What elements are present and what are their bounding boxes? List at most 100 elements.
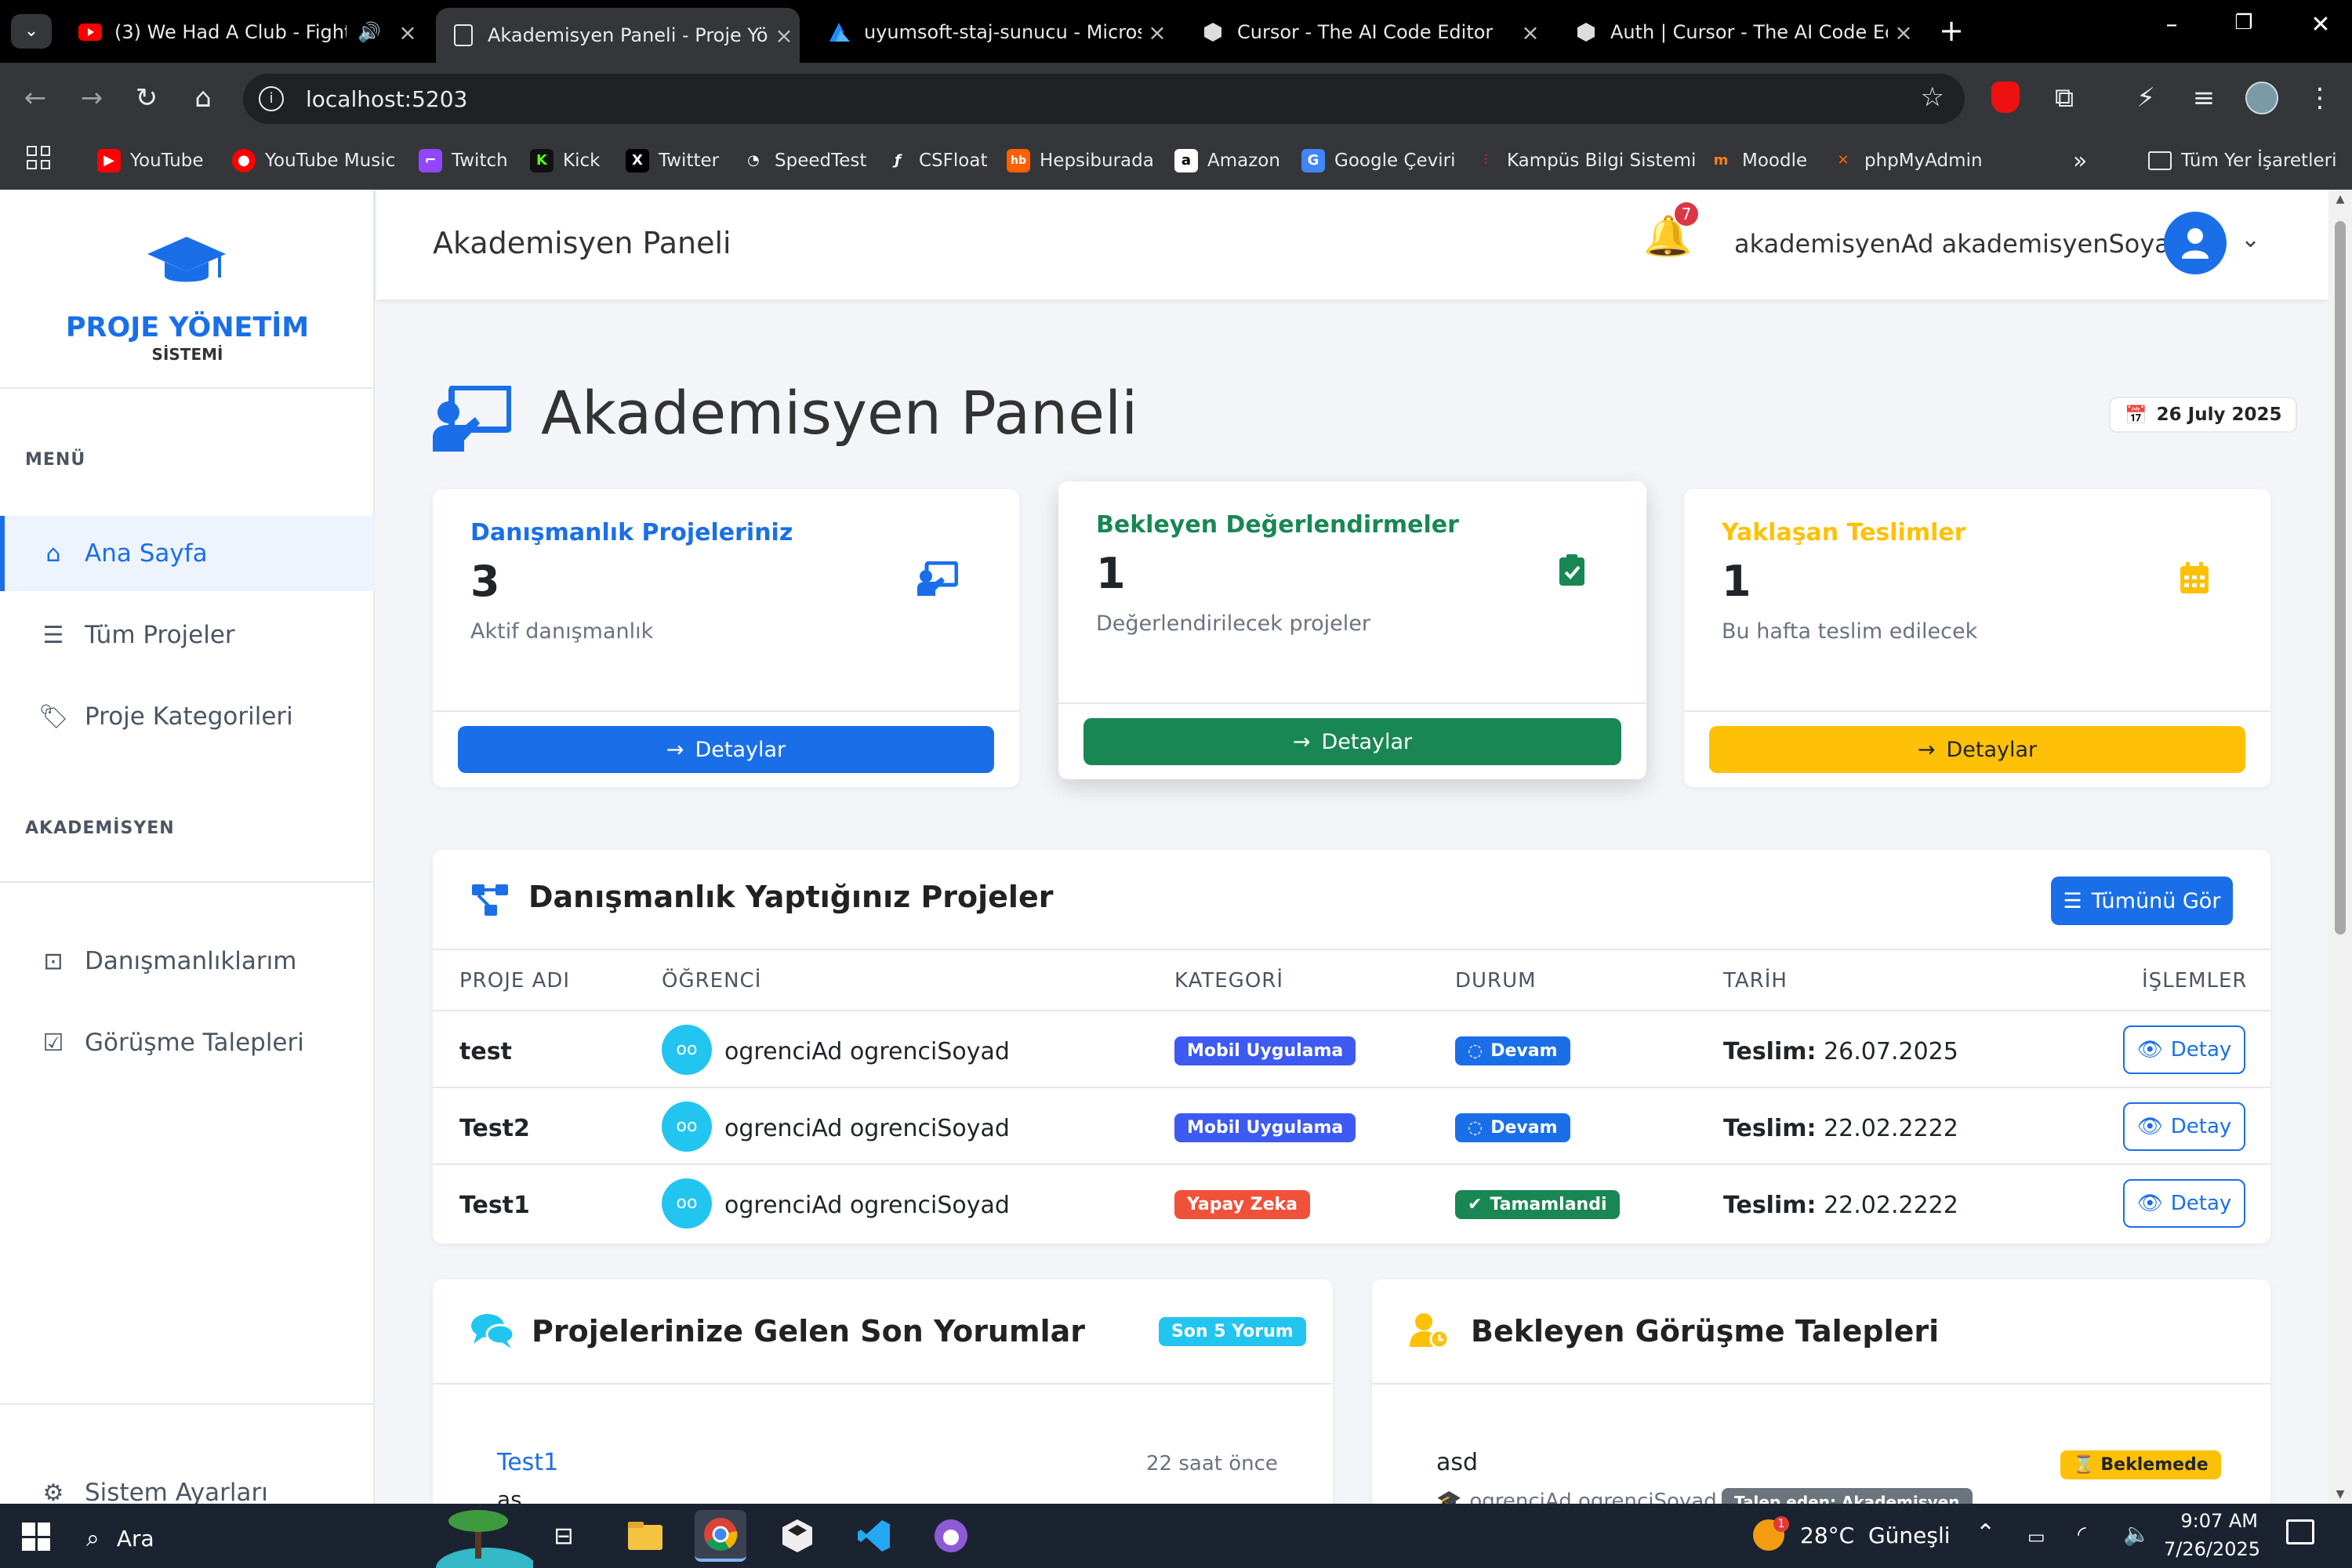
new-tab-button[interactable]: +: [1932, 11, 1971, 50]
bookmark-kick[interactable]: K Kick: [530, 141, 600, 180]
home-icon[interactable]: ⌂: [183, 78, 223, 118]
delivery-date: Teslim: 22.02.2222: [1723, 1115, 1958, 1142]
close-window-icon[interactable]: ✕: [2297, 11, 2344, 38]
bookmark-hepsiburada[interactable]: hb Hepsiburada: [1007, 141, 1154, 180]
user-name[interactable]: akademisyenAd akademisyenSoyad: [1734, 229, 2186, 259]
sidebar: PROJE YÖNETİM SİSTEMİ MENÜ ⌂ Ana Sayfa ☰ T…: [0, 190, 375, 1504]
student-name: ogrenciAd ogrenciSoyad: [724, 1115, 1010, 1142]
detail-button[interactable]: 👁 Detay: [2123, 1179, 2245, 1228]
volume-icon[interactable]: 🔈: [2123, 1521, 2151, 1547]
bookmark-youtube[interactable]: ▶ YouTube: [97, 141, 204, 180]
cursor-app-icon[interactable]: [771, 1510, 823, 1562]
windows-start-icon[interactable]: [22, 1523, 50, 1551]
back-icon[interactable]: ←: [16, 78, 55, 118]
wifi-icon[interactable]: ◜: [2078, 1521, 2086, 1547]
tab-youtube[interactable]: (3) We Had A Club - Fight-c 🔊 ×: [63, 8, 423, 56]
star-icon[interactable]: ☆: [1921, 82, 1944, 113]
detail-button[interactable]: 👁 Detay: [2123, 1102, 2245, 1151]
page-scrollbar[interactable]: ▲ ▼: [2328, 190, 2352, 1504]
tab-search-button[interactable]: ⌄: [11, 14, 52, 49]
sidebar-item-meeting-requests[interactable]: ☑ Görüşme Talepleri: [0, 1005, 375, 1080]
profile-avatar[interactable]: [2245, 82, 2278, 114]
close-icon[interactable]: ×: [392, 20, 423, 45]
divider: [433, 1383, 1333, 1385]
details-button[interactable]: → Detaylar: [1083, 718, 1621, 765]
clock-date[interactable]: 7/26/2025: [2164, 1538, 2260, 1560]
weather-text[interactable]: 28°C Güneşli: [1800, 1523, 1951, 1548]
user-avatar[interactable]: [2164, 212, 2227, 274]
tab-cursor-auth[interactable]: Auth | Cursor - The AI Code Edi ×: [1559, 8, 1919, 56]
scrollbar-thumb[interactable]: [2335, 221, 2346, 935]
sidebar-item-all-projects[interactable]: ☰ Tüm Projeler: [0, 597, 375, 673]
bookmark-speedtest[interactable]: ◔ SpeedTest: [742, 141, 866, 180]
eye-icon: 👁: [2136, 1115, 2163, 1138]
site-info-icon[interactable]: i: [259, 86, 284, 111]
forward-icon[interactable]: →: [72, 78, 111, 118]
performance-icon[interactable]: ⚡: [2126, 78, 2165, 118]
close-icon[interactable]: ×: [1515, 20, 1546, 45]
comment-project-link[interactable]: Test1: [497, 1449, 558, 1476]
extension-shield-icon[interactable]: [1991, 82, 2020, 113]
scroll-down-icon[interactable]: ▼: [2328, 1488, 2352, 1501]
address-bar[interactable]: i localhost:5203 ☆: [243, 74, 1965, 124]
battery-icon[interactable]: ▭: [2027, 1526, 2045, 1548]
close-icon[interactable]: ×: [1888, 20, 1919, 45]
sidebar-item-settings[interactable]: ⚙ Sistem Ayarları: [0, 1455, 375, 1504]
speaker-icon[interactable]: 🔊: [358, 21, 381, 43]
kick-icon: K: [530, 149, 554, 172]
detail-button[interactable]: 👁 Detay: [2123, 1025, 2245, 1074]
chevron-up-icon[interactable]: ⌃: [1976, 1519, 1995, 1547]
divider: [433, 710, 1019, 712]
recent-comments-badge: Son 5 Yorum: [1159, 1317, 1306, 1346]
minimize-icon[interactable]: –: [2148, 11, 2195, 38]
extensions-icon[interactable]: ⧉: [2045, 78, 2084, 118]
bookmark-twitter[interactable]: X Twitter: [626, 141, 719, 180]
tab-cursor[interactable]: Cursor - The AI Code Editor ×: [1185, 8, 1546, 56]
all-bookmarks-folder[interactable]: Tüm Yer İşaretleri: [2148, 141, 2336, 180]
github-desktop-icon[interactable]: [925, 1510, 977, 1562]
student-name: ogrenciAd ogrenciSoyad: [724, 1038, 1010, 1065]
more-bookmarks-icon[interactable]: »: [2073, 141, 2087, 180]
delivery-date: Teslim: 26.07.2025: [1723, 1038, 1958, 1065]
graduation-cap-icon: [146, 235, 227, 296]
menu-kebab-icon[interactable]: ⋮: [2300, 78, 2339, 118]
tab-azure[interactable]: uyumsoft-staj-sunucu - Microso ×: [812, 8, 1173, 56]
requester-badge: Talep eden: Akademisyen: [1722, 1488, 1973, 1504]
table-row: Test2 oo ogrenciAd ogrenciSoyad Mobil Uy…: [433, 1087, 2270, 1163]
bookmark-google-translate[interactable]: G Google Çeviri: [1301, 141, 1455, 180]
apps-grid-icon[interactable]: [27, 146, 50, 169]
bookmark-amazon[interactable]: a Amazon: [1174, 141, 1280, 180]
details-button[interactable]: → Detaylar: [1709, 726, 2245, 773]
bookmark-kampus[interactable]: ⫶ Kampüs Bilgi Sistemi: [1474, 141, 1697, 180]
taskbar-search[interactable]: ⌕ Ara: [86, 1516, 416, 1560]
file-explorer-icon[interactable]: [619, 1510, 671, 1562]
student-avatar: oo: [662, 1178, 712, 1229]
view-all-button[interactable]: ☰ Tümünü Gör: [2051, 877, 2233, 925]
sidebar-item-categories[interactable]: 🏷 Proje Kategorileri: [0, 679, 375, 754]
bookmark-youtube-music[interactable]: ● YouTube Music: [232, 141, 395, 180]
task-view-icon[interactable]: ⊟: [538, 1510, 590, 1562]
close-icon[interactable]: ×: [1142, 20, 1173, 45]
reload-icon[interactable]: ↻: [127, 78, 166, 118]
pending-badge: ⌛ Beklemede: [2060, 1450, 2221, 1479]
bookmark-phpmyadmin[interactable]: ✕ phpMyAdmin: [1831, 141, 1982, 180]
moodle-icon: m: [1713, 152, 1729, 169]
stat-card-upcoming-deliveries: Yaklaşan Teslimler 1 Bu hafta teslim edi…: [1684, 489, 2270, 787]
tab-akademisyen-paneli[interactable]: Akademisyen Paneli - Proje Yön ×: [436, 8, 800, 63]
sidebar-item-home[interactable]: ⌂ Ana Sayfa: [0, 516, 375, 591]
divider: [1058, 702, 1646, 704]
notifications-icon[interactable]: [2286, 1519, 2314, 1544]
scroll-up-icon[interactable]: ▲: [2328, 193, 2352, 205]
bookmark-moodle[interactable]: m Moodle: [1709, 141, 1808, 180]
clock-time[interactable]: 9:07 AM: [2164, 1510, 2258, 1532]
vscode-icon[interactable]: [848, 1510, 900, 1562]
chrome-icon[interactable]: [695, 1510, 746, 1562]
close-icon[interactable]: ×: [768, 23, 800, 49]
chevron-down-icon[interactable]: ⌄: [2241, 226, 2260, 253]
media-control-icon[interactable]: ≡: [2184, 78, 2223, 118]
bookmark-twitch[interactable]: ⌐ Twitch: [419, 141, 508, 180]
details-button[interactable]: → Detaylar: [458, 726, 994, 773]
bookmark-csfloat[interactable]: ƒ CSFloat: [886, 141, 987, 180]
restore-icon[interactable]: ❐: [2220, 11, 2267, 34]
sidebar-item-consultancies[interactable]: ⊡ Danışmanlıklarım: [0, 924, 375, 999]
